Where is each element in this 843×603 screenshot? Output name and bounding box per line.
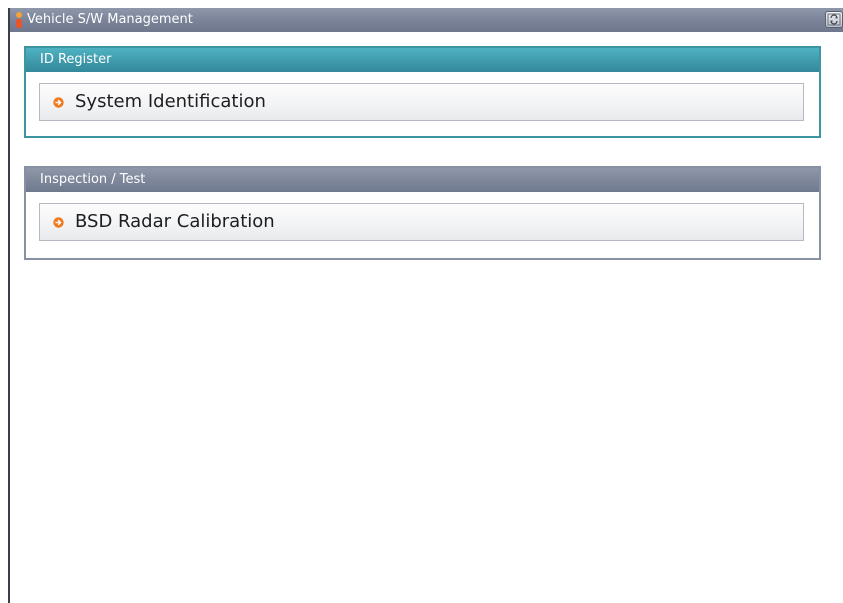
orange-arrow-bullet-icon [53,97,64,108]
orange-arrow-bullet-icon [53,217,64,228]
id-register-header: ID Register [26,48,819,72]
system-identification-button[interactable]: System Identification [39,83,804,121]
bsd-radar-calibration-button[interactable]: BSD Radar Calibration [39,203,804,241]
vehicle-sw-management-window: Vehicle S/W Management ID Register Syste… [8,8,843,603]
system-identification-label: System Identification [75,91,266,112]
refresh-icon[interactable] [825,11,843,28]
inspection-test-header: Inspection / Test [26,168,819,192]
bsd-radar-calibration-label: BSD Radar Calibration [75,211,275,232]
id-register-panel: ID Register System Identification [24,46,821,138]
inspection-test-title: Inspection / Test [40,172,146,187]
window-title: Vehicle S/W Management [27,12,193,27]
app-marker-icon [16,12,22,28]
inspection-test-panel: Inspection / Test BSD Radar Calibration [24,166,821,260]
id-register-title: ID Register [40,52,112,67]
window-titlebar: Vehicle S/W Management [10,8,843,32]
